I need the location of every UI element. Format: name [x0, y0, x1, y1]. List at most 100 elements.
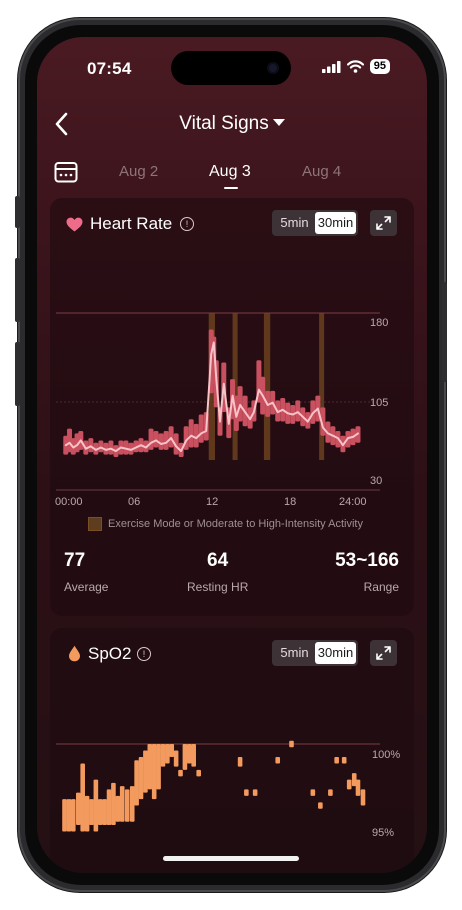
spo2-range-bar: [334, 756, 339, 764]
spo2-range-bar: [169, 744, 175, 757]
wifi-icon: [346, 60, 364, 73]
spo2-range-bar: [138, 756, 144, 800]
spo2-range-bar: [156, 744, 161, 790]
spo2-range-bar: [119, 786, 125, 822]
y-tick-label: 100%: [372, 749, 400, 761]
x-tick-label: 12: [206, 496, 218, 508]
hr-range-bar: [153, 431, 159, 448]
y-tick-label: 30: [370, 475, 382, 487]
spo2-chart: 100% 95%: [56, 740, 400, 839]
spo2-range-bar: [134, 760, 139, 806]
status-icons: 95: [321, 59, 390, 74]
volume-down-button: [15, 342, 20, 406]
caret-down-icon: [272, 119, 285, 126]
spo2-range-bar: [252, 789, 258, 796]
camera-icon: [267, 62, 279, 74]
home-indicator: [163, 856, 299, 861]
spo2-range-bar: [318, 802, 323, 809]
spo2-range-bar: [143, 750, 148, 793]
y-tick-label: 180: [370, 317, 388, 329]
hr-range-bar: [168, 426, 174, 448]
y-tick-label: 105: [370, 397, 388, 409]
spo2-range-bar: [106, 789, 112, 825]
x-tick-label: 18: [284, 496, 296, 508]
spo2-range-bar: [66, 799, 72, 832]
spo2-range-bar: [70, 799, 76, 832]
calendar-icon[interactable]: [54, 161, 78, 183]
spo2-range-bar: [151, 744, 157, 800]
spo2-range-bar: [173, 750, 179, 767]
spo2-range-bar: [178, 769, 183, 777]
date-tab-prev[interactable]: Aug 2: [119, 163, 158, 180]
spo2-range-bar: [360, 789, 366, 806]
page-title-dropdown[interactable]: Vital Signs: [37, 113, 427, 135]
spo2-range-bar: [328, 789, 333, 796]
spo2-bars: [62, 740, 366, 832]
signal-icon: [321, 60, 341, 73]
hr-range-bar: [198, 414, 204, 443]
spo2-range-bar: [89, 799, 94, 825]
heart-rate-chart: 180 105 30 00:00 06 12 18 24:00: [55, 312, 388, 508]
date-selector: Aug 2 Aug 3 Aug 4: [37, 157, 427, 193]
screen: 07:54 95 Vital Signs Aug 2 Aug 3 Aug 4 H…: [37, 37, 427, 873]
hr-range-bar: [88, 438, 94, 453]
date-tab-underline: [224, 187, 238, 189]
x-tick-label: 24:00: [339, 496, 367, 508]
hr-range-bar: [108, 440, 114, 455]
battery-level: 95: [369, 59, 390, 74]
spo2-range-bar: [76, 792, 81, 825]
average-value: 77: [64, 550, 86, 571]
spo2-range-bar: [237, 756, 243, 767]
legend-label: Exercise Mode or Moderate to High-Intens…: [108, 518, 363, 530]
spo2-range-bar: [196, 769, 202, 777]
status-bar: 07:54 95: [37, 37, 427, 97]
dynamic-island: [171, 51, 291, 85]
power-button: [442, 282, 447, 382]
spo2-range-bar: [355, 779, 361, 796]
average-label: Average: [64, 580, 109, 594]
date-tab-current[interactable]: Aug 3: [209, 163, 251, 181]
spo2-card: SpO2 ! 5min 30min 100% 95%: [50, 628, 414, 873]
spo2-range-bar: [346, 779, 352, 790]
hr-range-bar: [98, 440, 104, 453]
spo2-range-bar: [310, 789, 316, 796]
hr-range-bar: [148, 428, 154, 450]
date-tab-next[interactable]: Aug 4: [302, 163, 341, 180]
spo2-range-bar: [80, 763, 85, 832]
action-button: [15, 196, 20, 228]
spo2-range-bar: [93, 779, 99, 832]
x-tick-label: 06: [128, 496, 140, 508]
spo2-range-bar: [97, 799, 103, 825]
spo2-range-bar: [102, 799, 107, 825]
range-value: 53~166: [335, 550, 399, 571]
spo2-range-bar: [182, 744, 188, 770]
y-tick-label: 95%: [372, 827, 394, 839]
x-tick-label: 00:00: [55, 496, 83, 508]
spo2-range-bar: [111, 782, 116, 825]
spo2-range-bar: [275, 756, 281, 764]
spo2-range-bar: [341, 756, 347, 764]
spo2-range-bar: [115, 795, 121, 822]
nav-bar: Vital Signs: [37, 109, 427, 139]
heart-rate-stats: 77 Average 64 Resting HR 53~166 Range: [50, 550, 414, 600]
spo2-range-bar: [62, 799, 67, 832]
spo2-range-bar: [129, 786, 135, 822]
page-title: Vital Signs: [179, 113, 269, 134]
spo2-range-bar: [84, 795, 90, 832]
resting-hr-value: 64: [207, 550, 229, 571]
hr-range-bar: [188, 419, 194, 448]
spo2-range-bar: [244, 789, 249, 796]
spo2-range-bar: [165, 744, 170, 764]
chart-legend: Exercise Mode or Moderate to High-Intens…: [88, 516, 408, 532]
heart-rate-card: Heart Rate ! 5min 30min 180 105 30 00:00: [50, 198, 414, 616]
resting-hr-label: Resting HR: [187, 580, 249, 594]
spo2-range-bar: [289, 740, 294, 748]
volume-up-button: [15, 258, 20, 322]
spo2-range-bar: [124, 789, 130, 822]
hr-range-bar: [237, 386, 243, 422]
status-time: 07:54: [87, 59, 132, 78]
spo2-range-bar: [160, 744, 166, 767]
spo2-range-bar: [186, 744, 192, 764]
spo2-range-bar: [147, 744, 153, 790]
hr-range-bar: [295, 400, 301, 422]
